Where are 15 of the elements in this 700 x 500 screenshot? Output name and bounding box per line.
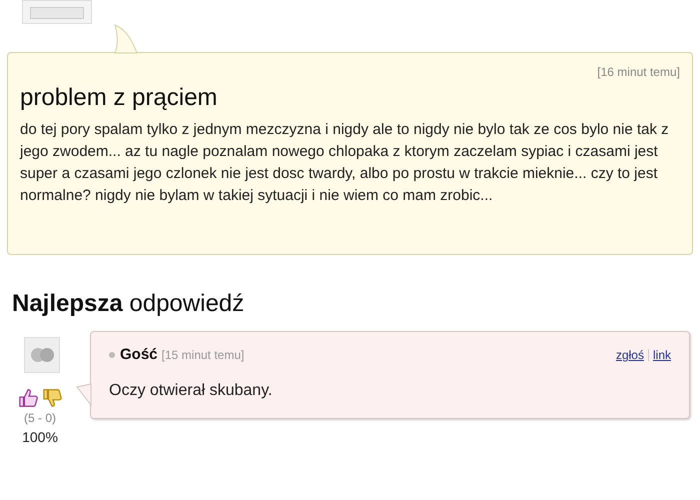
answer-link[interactable]: zgłoś [616, 346, 644, 364]
answer-time: [15 minut temu] [162, 347, 244, 364]
vote-count: (5 - 0) [24, 410, 56, 427]
question-body: do tej pory spalam tylko z jednym mezczyzna i nigdy ale to nigdy nie bylo tak ze cos bylo nie tak z jego zwodem... az tu nagle poznalam nowego chlopaka z ktorym zaczelam sypiac i czasami jest super a czasami jego czlonek nie jest dosc twardy, albo po prostu w trakcie mieknie... czy to jest normalne? nigdy nie bylam w takiej sytuacji i nie wiem co mam zrobic... [20, 120, 670, 206]
answer-author: Gość [120, 345, 158, 365]
question-time: [16 minut temu] [597, 64, 680, 81]
thumbs-down-icon[interactable] [42, 387, 64, 409]
answer-link[interactable]: link [652, 346, 671, 364]
answer-text: Oczy otwierał skubany. [109, 380, 274, 400]
best-answer-heading: Najlepsza odpowiedź [12, 289, 246, 319]
bullet-icon [109, 352, 115, 358]
question-title: problem z prąciem [20, 83, 218, 113]
thumbs-up-icon[interactable] [18, 387, 40, 409]
avatar-icon [24, 337, 60, 373]
vote-percent: 100% [22, 428, 58, 447]
